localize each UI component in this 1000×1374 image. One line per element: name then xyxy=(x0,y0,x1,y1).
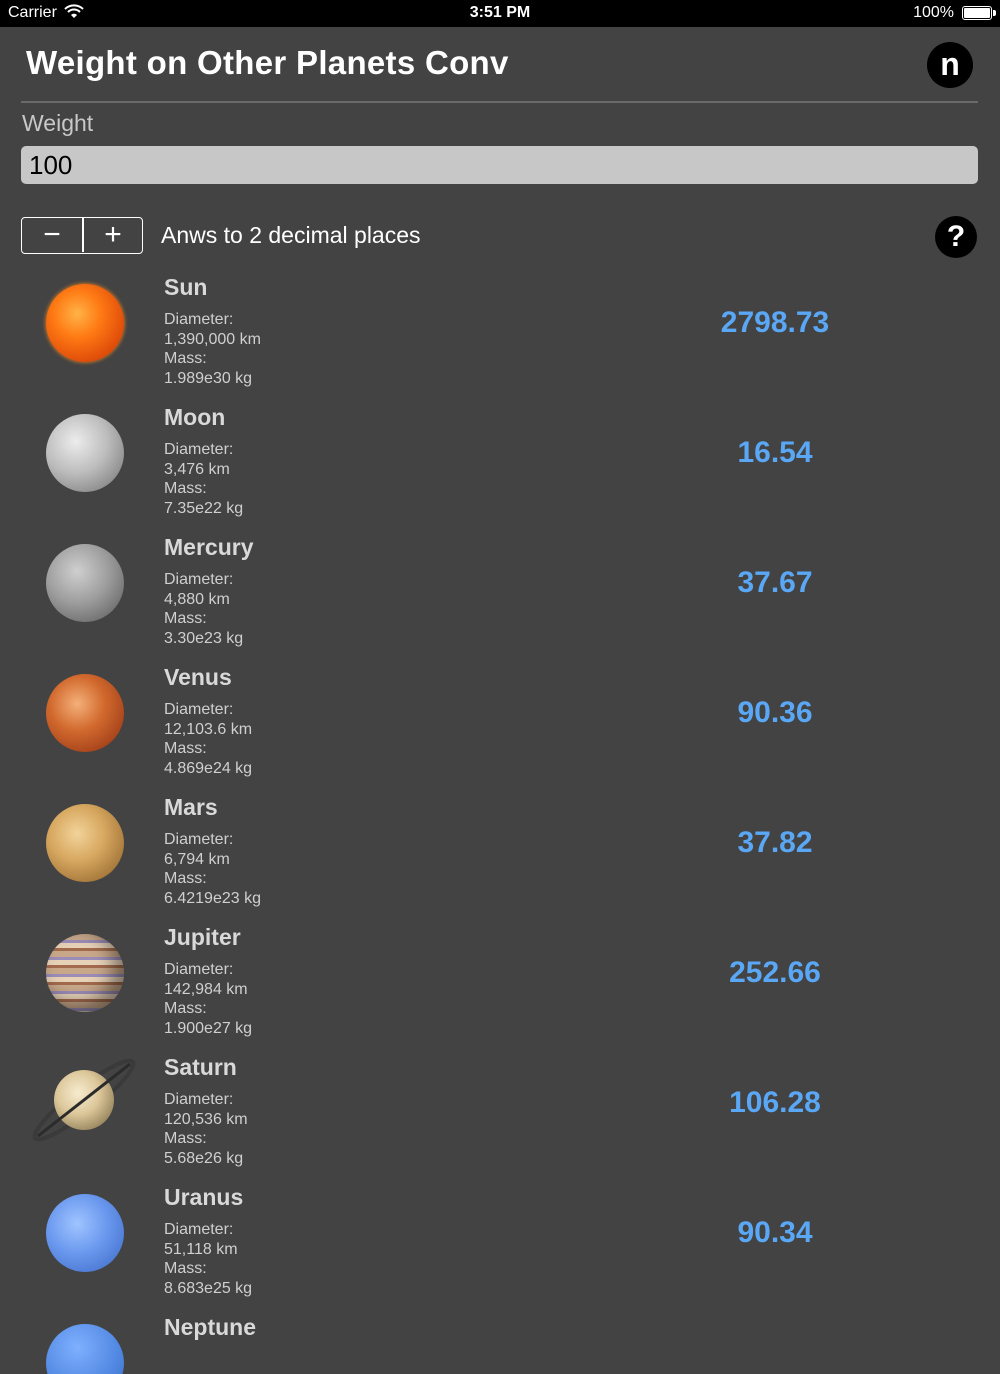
jupiter-image xyxy=(46,934,124,1012)
diameter-label: Diameter: xyxy=(164,1091,234,1108)
decimal-places-label: Anws to 2 decimal places xyxy=(161,222,421,248)
list-item-venus: Venus Diameter: 12,103.6 km Mass: 4.869e… xyxy=(0,660,1000,790)
planet-name: Jupiter xyxy=(164,924,241,950)
weight-result: 90.34 xyxy=(737,1216,813,1249)
venus-image xyxy=(46,674,124,752)
diameter-label: Diameter: xyxy=(164,831,234,848)
planet-info: Diameter: 12,103.6 km Mass: 4.869e24 kg xyxy=(164,700,252,778)
planet-info: Diameter: 3,476 km Mass: 7.35e22 kg xyxy=(164,440,243,518)
mass-label: Mass: xyxy=(164,480,207,497)
saturn-image xyxy=(26,1050,142,1150)
mercury-image xyxy=(46,544,124,622)
weight-input[interactable] xyxy=(21,146,978,184)
battery-icon xyxy=(962,6,992,20)
n-button[interactable]: n xyxy=(927,42,973,88)
planet-name: Mars xyxy=(164,794,218,820)
weight-label: Weight xyxy=(22,110,94,136)
diameter-value: 51,118 km xyxy=(164,1240,238,1258)
planet-info: Diameter: 142,984 km Mass: 1.900e27 kg xyxy=(164,960,252,1038)
moon-image xyxy=(46,414,124,492)
planet-info: Diameter: 6,794 km Mass: 6.4219e23 kg xyxy=(164,830,261,908)
diameter-value: 4,880 km xyxy=(164,590,230,608)
planet-name: Uranus xyxy=(164,1184,244,1210)
planet-name: Saturn xyxy=(164,1054,237,1080)
list-item-neptune: Neptune xyxy=(0,1310,1000,1374)
header-divider xyxy=(21,101,978,103)
mass-label: Mass: xyxy=(164,1130,207,1147)
clock: 3:51 PM xyxy=(469,4,531,21)
weight-result: 252.66 xyxy=(729,956,821,989)
uranus-image xyxy=(46,1194,124,1272)
mass-value: 1.900e27 kg xyxy=(164,1019,253,1037)
diameter-label: Diameter: xyxy=(164,311,234,328)
mass-value: 4.869e24 kg xyxy=(164,759,253,777)
diameter-value: 12,103.6 km xyxy=(164,720,253,738)
diameter-value: 3,476 km xyxy=(164,460,230,478)
mass-label: Mass: xyxy=(164,740,207,757)
planet-name: Moon xyxy=(164,404,226,430)
help-button[interactable]: ? xyxy=(935,216,977,258)
planet-name: Sun xyxy=(164,274,208,300)
diameter-value: 142,984 km xyxy=(164,980,248,998)
neptune-image xyxy=(46,1324,124,1374)
mass-value: 8.683e25 kg xyxy=(164,1279,253,1297)
list-item-moon: Moon Diameter: 3,476 km Mass: 7.35e22 kg… xyxy=(0,400,1000,530)
list-item-uranus: Uranus Diameter: 51,118 km Mass: 8.683e2… xyxy=(0,1180,1000,1310)
planet-info: Diameter: 1,390,000 km Mass: 1.989e30 kg xyxy=(164,310,261,388)
mass-value: 3.30e23 kg xyxy=(164,629,244,647)
mass-value: 1.989e30 kg xyxy=(164,369,253,387)
diameter-value: 6,794 km xyxy=(164,850,230,868)
planet-name: Mercury xyxy=(164,534,254,560)
weight-result: 106.28 xyxy=(729,1086,821,1119)
mass-value: 7.35e22 kg xyxy=(164,499,244,517)
diameter-label: Diameter: xyxy=(164,571,234,588)
list-item-mars: Mars Diameter: 6,794 km Mass: 6.4219e23 … xyxy=(0,790,1000,920)
decrement-button[interactable]: − xyxy=(22,218,82,252)
planet-info: Diameter: 51,118 km Mass: 8.683e25 kg xyxy=(164,1220,252,1298)
list-item-sun: Sun Diameter: 1,390,000 km Mass: 1.989e3… xyxy=(0,270,1000,400)
planet-info: Diameter: 4,880 km Mass: 3.30e23 kg xyxy=(164,570,243,648)
weight-result: 90.36 xyxy=(737,696,813,729)
weight-result: 2798.73 xyxy=(720,306,830,339)
battery-tip-icon xyxy=(993,10,996,16)
battery-percent: 100% xyxy=(913,4,954,21)
weight-result: 37.67 xyxy=(737,566,813,599)
planet-name: Venus xyxy=(164,664,232,690)
decimal-stepper: − + xyxy=(21,217,143,254)
mass-value: 6.4219e23 kg xyxy=(164,889,261,907)
mass-label: Mass: xyxy=(164,1000,207,1017)
mass-label: Mass: xyxy=(164,1260,207,1277)
diameter-label: Diameter: xyxy=(164,701,234,718)
mass-value: 5.68e26 kg xyxy=(164,1149,244,1167)
mass-label: Mass: xyxy=(164,870,207,887)
app-title: Weight on Other Planets Conv xyxy=(26,44,509,81)
mass-label: Mass: xyxy=(164,350,207,367)
increment-button[interactable]: + xyxy=(83,218,143,252)
mars-image xyxy=(46,804,124,882)
diameter-label: Diameter: xyxy=(164,1221,234,1238)
list-item-mercury: Mercury Diameter: 4,880 km Mass: 3.30e23… xyxy=(0,530,1000,660)
diameter-value: 1,390,000 km xyxy=(164,330,261,348)
planet-name: Neptune xyxy=(164,1314,256,1340)
planet-info: Diameter: 120,536 km Mass: 5.68e26 kg xyxy=(164,1090,248,1168)
mass-label: Mass: xyxy=(164,610,207,627)
diameter-label: Diameter: xyxy=(164,441,234,458)
diameter-value: 120,536 km xyxy=(164,1110,248,1128)
diameter-label: Diameter: xyxy=(164,961,234,978)
list-item-saturn: Saturn Diameter: 120,536 km Mass: 5.68e2… xyxy=(0,1050,1000,1180)
weight-result: 37.82 xyxy=(737,826,813,859)
status-bar: Carrier 3:51 PM 100% xyxy=(0,0,1000,27)
weight-result: 16.54 xyxy=(737,436,813,469)
planet-list: Sun Diameter: 1,390,000 km Mass: 1.989e3… xyxy=(0,270,1000,1374)
sun-image xyxy=(46,284,124,362)
list-item-jupiter: Jupiter Diameter: 142,984 km Mass: 1.900… xyxy=(0,920,1000,1050)
